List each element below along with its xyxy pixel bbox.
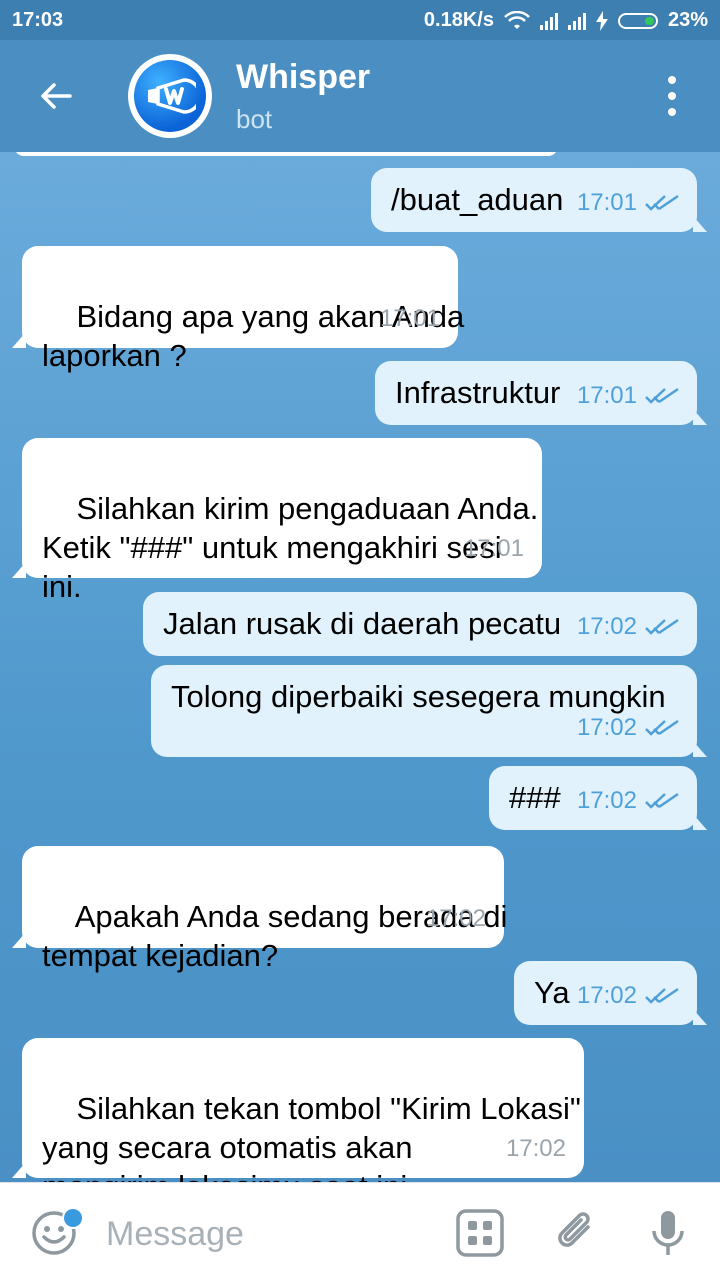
- signal-icon: [539, 12, 558, 30]
- chat-title[interactable]: Whisper: [236, 58, 370, 97]
- message-text: Ya: [534, 975, 570, 1010]
- mic-icon[interactable]: [642, 1207, 694, 1259]
- message-meta: 17:02: [426, 899, 486, 938]
- message-time: 17:01: [463, 535, 524, 562]
- double-check-icon: [645, 194, 679, 211]
- message-time: 17:01: [379, 305, 440, 332]
- status-indicators: 0.18K/s 23%: [424, 9, 708, 32]
- chat-subtitle: bot: [236, 104, 273, 134]
- incoming-message[interactable]: Bidang apa yang akan Anda laporkan ? 17:…: [12, 246, 464, 373]
- message-text: Silahkan tekan tombol "Kirim Lokasi" yan…: [42, 1091, 581, 1182]
- outgoing-message[interactable]: ### 17:02: [489, 766, 707, 830]
- message-meta: 17:02: [577, 781, 679, 820]
- outgoing-message[interactable]: Jalan rusak di daerah pecatu 17:02: [143, 592, 697, 656]
- bot-avatar[interactable]: [128, 54, 212, 138]
- message-meta: 17:02: [577, 708, 679, 747]
- message-time: 17:02: [505, 1135, 566, 1162]
- message-input-bar: [0, 1182, 720, 1281]
- status-time: 17:03: [12, 9, 64, 31]
- incoming-message[interactable]: Silahkan kirim pengaduaan Anda. Ketik "#…: [12, 438, 542, 604]
- double-check-icon: [645, 387, 679, 404]
- message-input[interactable]: [104, 1211, 428, 1257]
- battery-percent: 23%: [667, 9, 708, 31]
- message-time: 17:01: [576, 382, 637, 409]
- megaphone-w-icon: [148, 78, 196, 114]
- message-meta: 17:01: [577, 376, 679, 415]
- outgoing-message[interactable]: /buat_aduan 17:01: [371, 168, 707, 232]
- status-bar: 17:03 0.18K/s 23%: [0, 0, 720, 40]
- outgoing-message[interactable]: Tolong diperbaiki sesegera mungkin 17:02: [151, 665, 707, 757]
- message-time: 17:01: [576, 189, 637, 216]
- message-time: 17:02: [576, 613, 637, 640]
- attach-icon[interactable]: [550, 1207, 602, 1259]
- message-meta: 17:02: [577, 976, 679, 1015]
- message-meta: 17:01: [464, 529, 524, 568]
- message-text: ###: [509, 780, 561, 815]
- message-time: 17:02: [576, 714, 637, 741]
- message-text: Infrastruktur: [395, 375, 561, 410]
- message-meta: 17:02: [506, 1129, 566, 1168]
- message-meta: 17:02: [577, 607, 679, 646]
- network-speed: 0.18K/s: [423, 9, 494, 31]
- double-check-icon: [645, 792, 679, 809]
- message-meta: 17:01: [577, 183, 679, 222]
- charging-icon: [595, 10, 608, 31]
- message-list[interactable]: /buat_aduan 17:01 Bidang apa yang akan A…: [0, 152, 720, 1182]
- message-meta: 17:01: [380, 299, 440, 338]
- signal-icon: [567, 12, 586, 30]
- double-check-icon: [645, 987, 679, 1004]
- incoming-message[interactable]: Apakah Anda sedang berada di tempat keja…: [12, 846, 507, 973]
- message-text: /buat_aduan: [391, 182, 564, 217]
- double-check-icon: [645, 618, 679, 635]
- bot-keyboard-icon[interactable]: [454, 1207, 506, 1259]
- outgoing-message[interactable]: Ya 17:02: [514, 961, 707, 1025]
- notification-dot: [62, 1207, 84, 1229]
- more-vert-icon[interactable]: [660, 76, 684, 116]
- whisper-logo-icon: [134, 60, 206, 132]
- battery-icon: [617, 12, 658, 29]
- message-time: 17:02: [576, 787, 637, 814]
- outgoing-message[interactable]: Infrastruktur 17:01: [375, 361, 707, 425]
- message-time: 17:02: [425, 905, 486, 932]
- back-arrow-icon[interactable]: [36, 76, 76, 116]
- message-text: Jalan rusak di daerah pecatu: [163, 606, 562, 641]
- double-check-icon: [645, 719, 679, 736]
- wifi-icon: [504, 10, 530, 29]
- message-time: 17:02: [576, 982, 637, 1009]
- incoming-message[interactable]: Silahkan tekan tombol "Kirim Lokasi" yan…: [12, 1038, 584, 1182]
- partial-message-bubble: [14, 152, 558, 156]
- chat-header: Whisper bot: [0, 40, 720, 152]
